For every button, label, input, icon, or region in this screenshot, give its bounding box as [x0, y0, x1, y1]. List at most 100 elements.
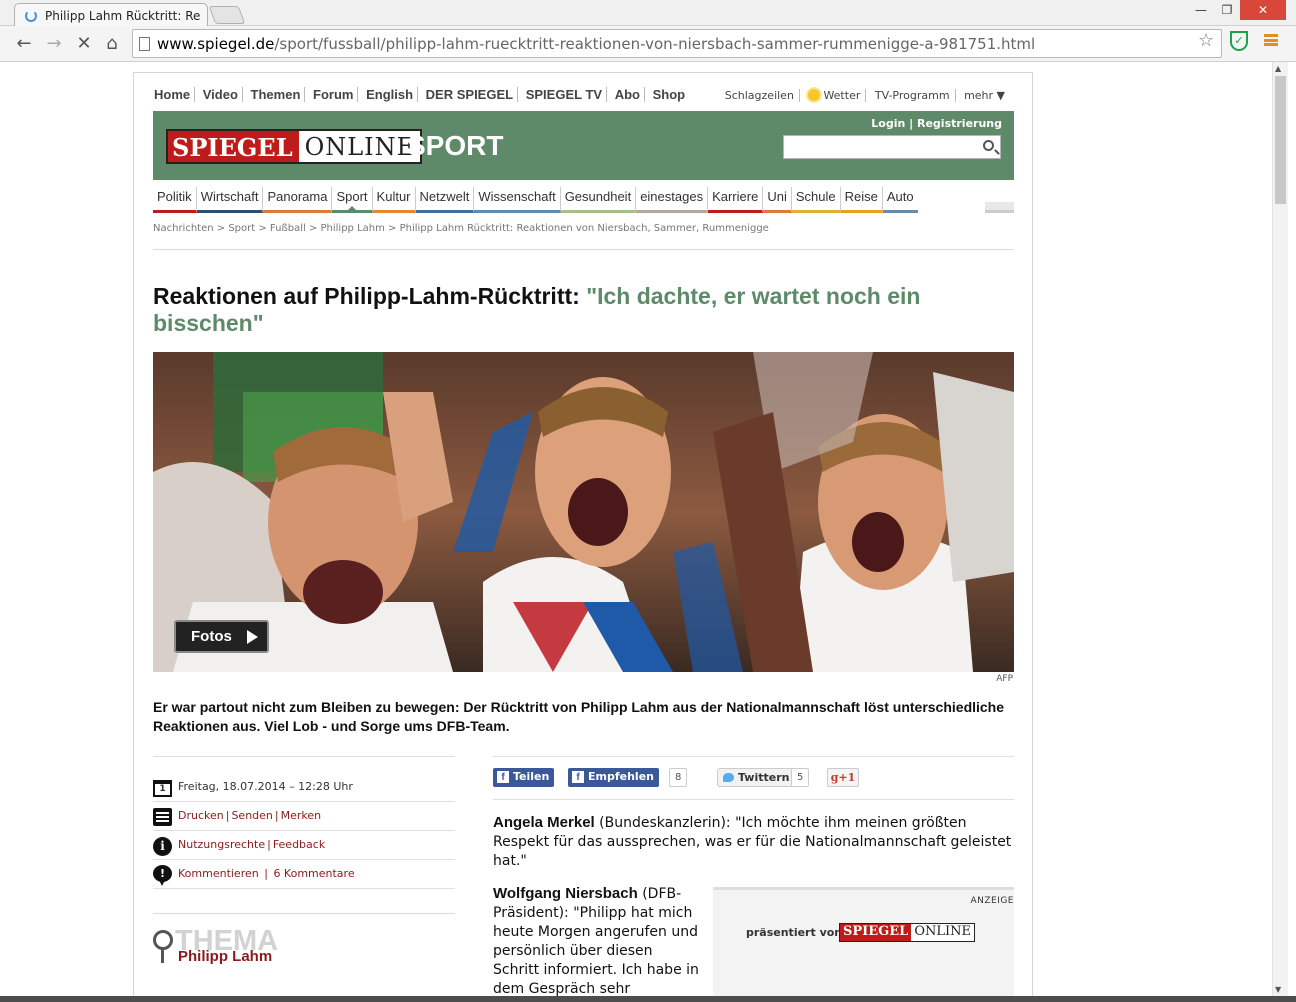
section-tab-wissenschaft[interactable]: Wissenschaft	[474, 187, 561, 213]
back-arrow-icon[interactable]: ←	[12, 32, 36, 56]
ad-spiegel-online-logo: SPIEGEL ONLINE	[839, 923, 975, 942]
kommentare-count-link[interactable]: 6 Kommentare	[273, 867, 354, 880]
play-arrow-icon	[247, 630, 258, 644]
page-icon	[139, 37, 150, 51]
section-tab-schule[interactable]: Schule	[791, 187, 841, 213]
url-host: www.spiegel.de	[157, 35, 275, 53]
search-icon[interactable]	[983, 140, 994, 151]
os-taskbar	[0, 996, 1296, 1002]
kommentieren-link[interactable]: Kommentieren	[178, 867, 259, 880]
search-input[interactable]	[783, 135, 1001, 159]
minimize-button[interactable]: —	[1188, 0, 1214, 20]
calendar-icon: 1	[153, 780, 172, 797]
forward-arrow-icon[interactable]: →	[42, 32, 66, 56]
section-tab-sport[interactable]: Sport	[332, 187, 373, 213]
article-teaser: Er war partout nicht zum Bleiben zu bewe…	[153, 699, 1005, 734]
section-tab-reise[interactable]: Reise	[840, 187, 883, 213]
drucken-link[interactable]: Drucken	[178, 809, 224, 822]
vertical-scrollbar[interactable]: ▲ ▼	[1272, 62, 1288, 996]
topnav-abo[interactable]: Abo	[610, 87, 645, 102]
section-title[interactable]: SPORT	[407, 130, 503, 162]
facebook-share-button[interactable]: f Teilen	[493, 768, 555, 787]
pin-icon	[153, 930, 173, 963]
section-tab-gesundheit[interactable]: Gesundheit	[560, 187, 637, 213]
sun-icon	[808, 89, 821, 101]
logo-online-text: ONLINE	[304, 133, 416, 161]
section-tab-panorama[interactable]: Panorama	[263, 187, 333, 213]
share-bar: f Teilen f Empfehlen 8 Twittern 5 g+1	[493, 756, 1014, 800]
bookmark-star-icon[interactable]: ☆	[1198, 30, 1214, 51]
close-window-button[interactable]: ✕	[1240, 0, 1286, 20]
scroll-down-arrow-icon[interactable]: ▼	[1275, 985, 1281, 994]
login-links: Login | Registrierung	[871, 117, 1002, 130]
restore-button[interactable]: ❐	[1214, 0, 1240, 20]
section-header-banner: SPIEGEL ONLINE SPORT Login | Registrieru…	[153, 111, 1014, 180]
topnav-english[interactable]: English	[362, 87, 419, 102]
section-tab-uni[interactable]: Uni	[763, 187, 792, 213]
register-link[interactable]: Registrierung	[917, 117, 1002, 130]
speaker-merkel: Angela Merkel	[493, 814, 595, 831]
service-tv-programm[interactable]: TV-Programm	[869, 89, 956, 102]
wetter-label: Wetter	[823, 89, 861, 102]
topnav-forum[interactable]: Forum	[309, 87, 359, 102]
section-tab-politik[interactable]: Politik	[153, 187, 197, 213]
teilen-label: Teilen	[513, 770, 550, 783]
new-tab-button[interactable]	[208, 6, 246, 24]
section-tab-einestages[interactable]: einestages	[636, 187, 709, 213]
url-path: /sport/fussball/philipp-lahm-ruecktritt-…	[274, 35, 1036, 53]
address-bar[interactable]: www.spiegel.de/sport/fussball/philipp-la…	[132, 29, 1222, 58]
senden-link[interactable]: Senden	[231, 809, 272, 822]
section-tab-karriere[interactable]: Karriere	[708, 187, 764, 213]
fotos-gallery-button[interactable]: Fotos	[174, 620, 269, 653]
advertisement-box[interactable]: ANZEIGE präsentiert von SPIEGEL ONLINE	[713, 887, 1014, 996]
quote-niersbach: (DFB-Präsident): "Philipp hat mich heute…	[493, 886, 699, 996]
headline-main: Reaktionen auf Philipp-Lahm-Rücktritt:	[153, 283, 580, 309]
browser-tab[interactable]: Philipp Lahm Rücktritt: Re	[14, 3, 208, 26]
google-plus-button[interactable]: g+1	[827, 768, 859, 787]
print-lines-icon	[153, 808, 172, 826]
meta-comments-row: ! Kommentieren | 6 Kommentare	[153, 860, 455, 889]
info-icon: i	[153, 837, 172, 856]
service-schlagzeilen[interactable]: Schlagzeilen	[719, 89, 800, 102]
ad-logo-online: ONLINE	[911, 924, 974, 941]
service-wetter[interactable]: Wetter	[803, 89, 867, 102]
merken-link[interactable]: Merken	[281, 809, 322, 822]
topnav-shop[interactable]: Shop	[649, 87, 690, 102]
twitter-button[interactable]: Twittern	[717, 768, 796, 787]
feedback-link[interactable]: Feedback	[273, 838, 325, 851]
page-viewport: Home Video Themen Forum English DER SPIE…	[0, 62, 1272, 996]
fotos-label: Fotos	[191, 628, 232, 645]
section-tab-wirtschaft[interactable]: Wirtschaft	[196, 187, 264, 213]
topnav-themen[interactable]: Themen	[246, 87, 306, 102]
top-navigation: Home Video Themen Forum English DER SPIE…	[154, 87, 689, 102]
section-navigation: Politik Wirtschaft Panorama Sport Kultur Netz…	[153, 187, 918, 213]
topnav-spiegel-tv[interactable]: SPIEGEL TV	[521, 87, 608, 102]
browser-toolbar: ← → ✕ ⌂ www.spiegel.de/sport/fussball/ph…	[0, 26, 1296, 62]
stop-icon[interactable]: ✕	[72, 32, 96, 56]
hamburger-menu-icon[interactable]	[1264, 34, 1278, 46]
divider	[153, 756, 455, 757]
topnav-video[interactable]: Video	[198, 87, 243, 102]
home-icon[interactable]: ⌂	[100, 32, 124, 56]
comment-bubble-icon: !	[153, 865, 172, 886]
topnav-der-spiegel[interactable]: DER SPIEGEL	[421, 87, 519, 102]
topnav-home[interactable]: Home	[154, 87, 196, 102]
divider	[153, 249, 1014, 250]
shield-extension-icon[interactable]: ✓	[1230, 31, 1248, 51]
scroll-thumb[interactable]	[1275, 76, 1286, 204]
spiegel-online-logo[interactable]: SPIEGEL ONLINE	[166, 129, 423, 164]
hero-photo[interactable]: Fotos	[153, 352, 1014, 672]
loading-spinner-icon	[25, 10, 37, 22]
login-link[interactable]: Login	[871, 117, 905, 130]
service-mehr[interactable]: mehr ▼	[959, 89, 1010, 102]
section-tab-netzwelt[interactable]: Netzwelt	[415, 187, 475, 213]
section-tab-auto[interactable]: Auto	[882, 187, 918, 213]
twitter-bird-icon	[723, 773, 734, 782]
thema-link[interactable]: Philipp Lahm	[178, 948, 272, 965]
ad-logo-spiegel: SPIEGEL	[840, 924, 912, 941]
nutzungsrechte-link[interactable]: Nutzungsrechte	[178, 838, 265, 851]
facebook-recommend-button[interactable]: f Empfehlen	[568, 768, 659, 787]
spiegel-page: Home Video Themen Forum English DER SPIE…	[133, 72, 1033, 996]
section-tab-kultur[interactable]: Kultur	[372, 187, 416, 213]
scroll-up-arrow-icon[interactable]: ▲	[1275, 64, 1281, 73]
